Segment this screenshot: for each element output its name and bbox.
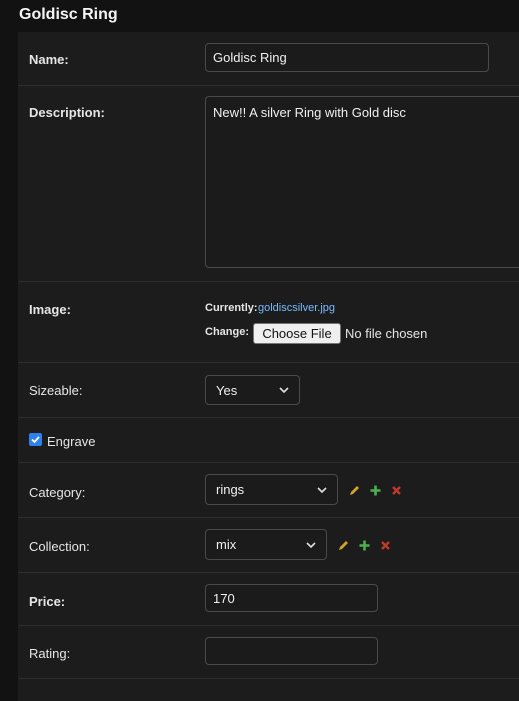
chevron-down-icon xyxy=(317,486,327,493)
category-selected-value: rings xyxy=(216,482,245,497)
engrave-label: Engrave xyxy=(47,434,96,449)
plus-icon[interactable] xyxy=(358,539,371,552)
image-row: Image: Currently: goldiscsilver.jpg Chan… xyxy=(18,282,519,363)
category-row: Category: rings xyxy=(18,463,519,518)
description-textarea[interactable]: New!! A silver Ring with Gold disc xyxy=(205,96,519,268)
page-title: Goldisc Ring xyxy=(19,6,118,23)
form-panel: Name: Goldisc Ring Description: New!! A … xyxy=(18,32,519,701)
choose-file-button[interactable]: Choose File xyxy=(253,323,341,344)
price-input[interactable]: 170 xyxy=(205,584,378,612)
description-label: Description: xyxy=(29,105,105,120)
collection-row: Collection: mix xyxy=(18,518,519,573)
price-row: Price: 170 xyxy=(18,573,519,626)
name-row: Name: Goldisc Ring xyxy=(18,32,519,86)
file-status: No file chosen xyxy=(345,326,428,341)
current-image-link[interactable]: goldiscsilver.jpg xyxy=(258,302,335,314)
change-label: Change: xyxy=(205,326,249,338)
sizeable-selected-value: Yes xyxy=(216,382,238,398)
pencil-icon[interactable] xyxy=(337,539,350,552)
chevron-down-icon xyxy=(279,387,289,394)
sizeable-label: Sizeable: xyxy=(29,383,83,398)
engrave-checkbox[interactable] xyxy=(29,433,42,446)
category-label: Category: xyxy=(29,485,86,500)
x-icon[interactable] xyxy=(379,539,392,552)
checkmark-icon xyxy=(31,436,40,444)
name-input[interactable]: Goldisc Ring xyxy=(205,43,489,72)
description-row: Description: New!! A silver Ring with Go… xyxy=(18,86,519,282)
rating-label: Rating: xyxy=(29,646,71,661)
sizeable-select[interactable]: Yes xyxy=(205,375,300,405)
category-select[interactable]: rings xyxy=(205,474,338,505)
collection-selected-value: mix xyxy=(216,537,237,552)
plus-icon[interactable] xyxy=(369,484,382,497)
price-label: Price: xyxy=(29,594,66,609)
pencil-icon[interactable] xyxy=(348,484,361,497)
name-label: Name: xyxy=(29,52,69,67)
collection-select[interactable]: mix xyxy=(205,529,327,560)
chevron-down-icon xyxy=(306,541,316,548)
rating-row: Rating: xyxy=(18,626,519,679)
collection-label: Collection: xyxy=(29,539,90,554)
sizeable-row: Sizeable: Yes xyxy=(18,363,519,418)
x-icon[interactable] xyxy=(390,484,403,497)
image-label: Image: xyxy=(29,302,71,317)
engrave-row: Engrave xyxy=(18,418,519,463)
currently-label: Currently: xyxy=(205,302,258,314)
rating-input[interactable] xyxy=(205,637,378,665)
